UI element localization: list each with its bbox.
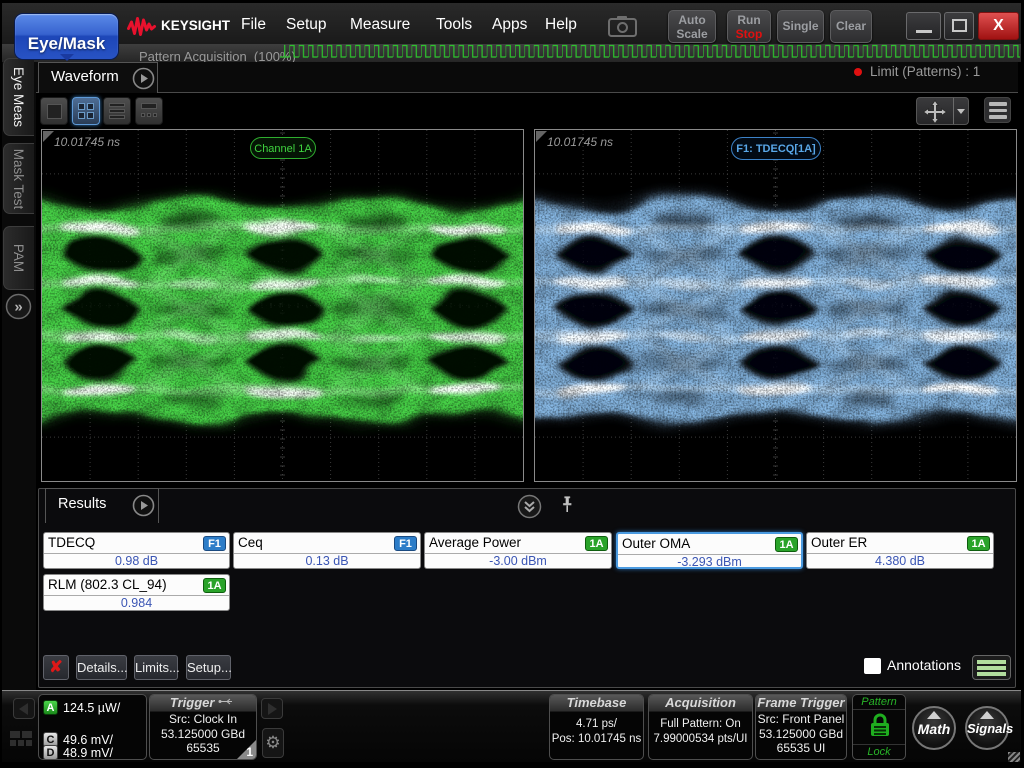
svg-text:10.01745 ns: 10.01745 ns (54, 135, 120, 149)
svg-text:10.01745 ns: 10.01745 ns (547, 135, 613, 149)
svg-text:Channel 1A: Channel 1A (254, 143, 312, 155)
svg-text:»: » (14, 299, 22, 316)
svg-text:F1: TDECQ[1A]: F1: TDECQ[1A] (736, 143, 816, 155)
